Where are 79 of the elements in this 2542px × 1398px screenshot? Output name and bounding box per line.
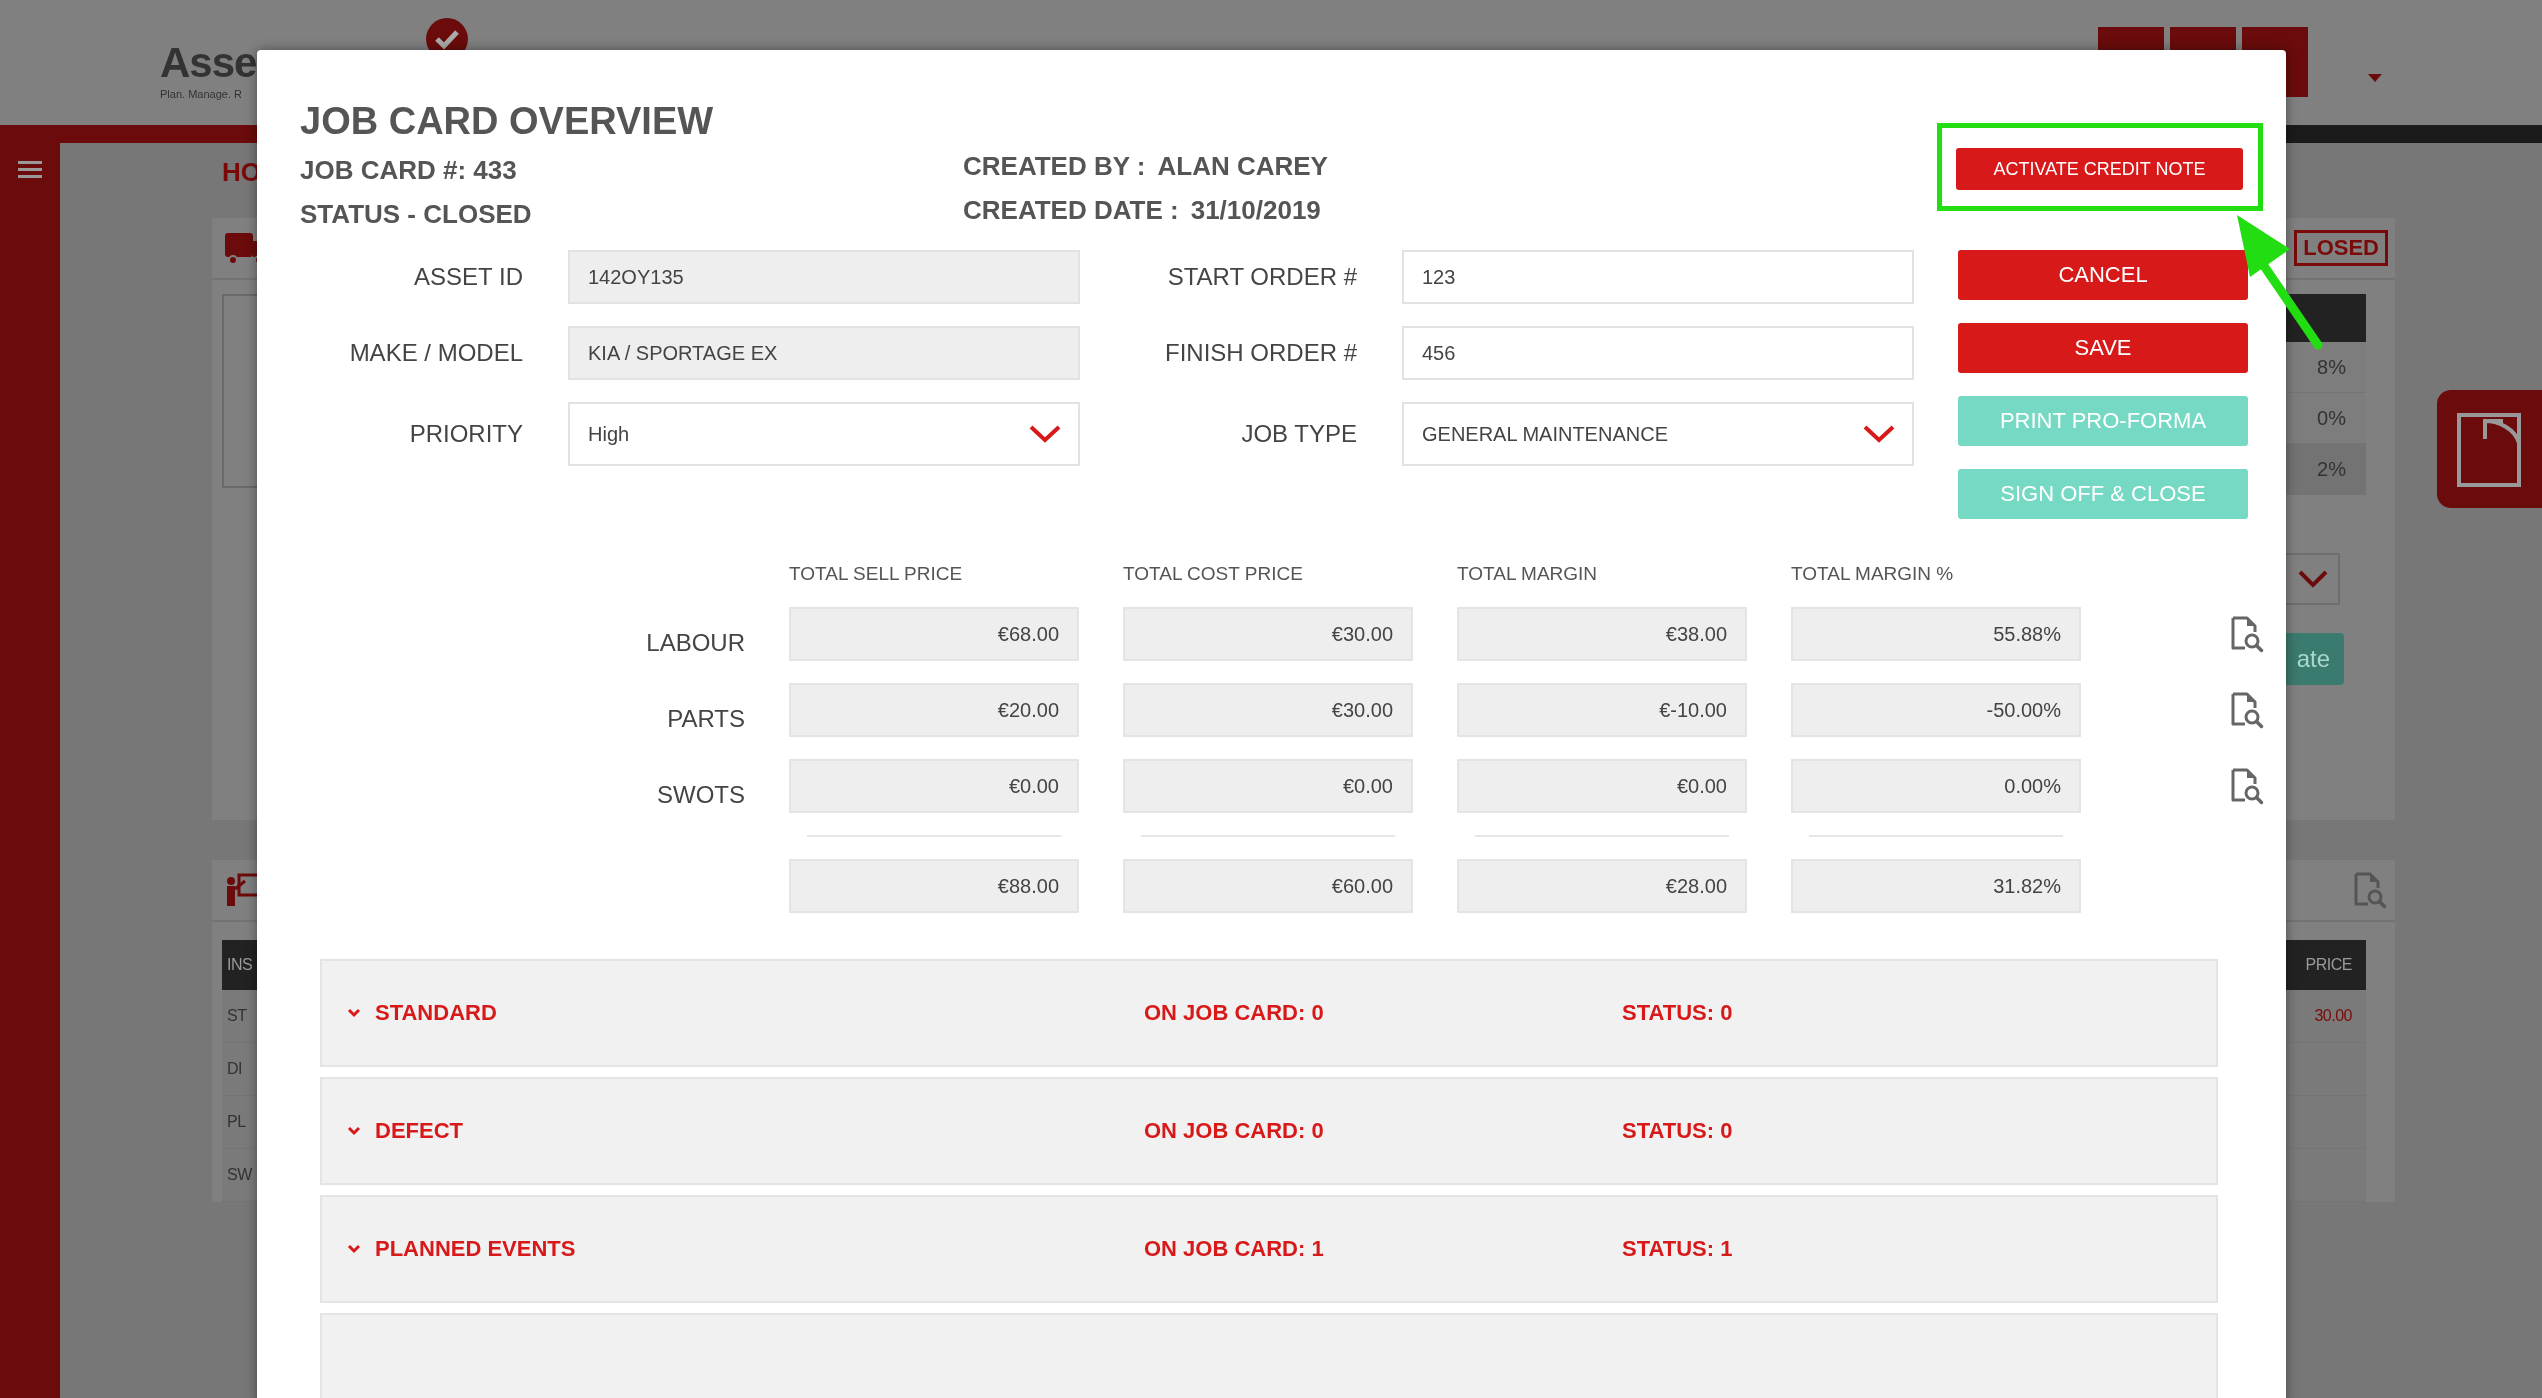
section-title: PLANNED EVENTS bbox=[375, 1236, 576, 1262]
select-field[interactable]: GENERAL MAINTENANCE bbox=[1402, 402, 1914, 466]
section-title: STANDARD bbox=[375, 1000, 497, 1026]
amount-field: 0.00% bbox=[1791, 759, 2081, 813]
job-status: STATUS - CLOSED bbox=[300, 198, 533, 231]
amount-field: €68.00 bbox=[789, 607, 1079, 661]
row-label: LABOUR bbox=[645, 628, 745, 657]
section-panel[interactable]: PLANNED EVENTS ON JOB CARD: 1 STATUS: 1 bbox=[320, 1195, 2218, 1303]
document-search-icon[interactable] bbox=[2229, 615, 2265, 653]
amount-field: 55.88% bbox=[1791, 607, 2081, 661]
action-button[interactable]: SAVE bbox=[1958, 323, 2248, 373]
column-header: INS bbox=[227, 956, 253, 974]
table-cell: PL bbox=[227, 1113, 246, 1131]
chevron-down-icon[interactable] bbox=[2298, 570, 2328, 588]
field-label: FINISH ORDER # bbox=[1163, 339, 1357, 367]
amount-field: €20.00 bbox=[789, 683, 1079, 737]
chevron-down-icon[interactable] bbox=[347, 1126, 361, 1136]
column-header: TOTAL MARGIN % bbox=[1791, 563, 1955, 585]
field-label: START ORDER # bbox=[1166, 263, 1357, 291]
table-cell: SW bbox=[227, 1166, 252, 1184]
created-by-value: ALAN CAREY bbox=[1157, 150, 1328, 183]
amount-field: -50.00% bbox=[1791, 683, 2081, 737]
column-header: TOTAL MARGIN bbox=[1457, 563, 1599, 585]
activate-credit-note-button[interactable]: ACTIVATE CREDIT NOTE bbox=[1956, 148, 2243, 190]
section-status: STATUS: 1 bbox=[1622, 1236, 1734, 1262]
amount-field: €-10.00 bbox=[1457, 683, 1747, 737]
field-label: PRIORITY bbox=[408, 420, 523, 448]
status-badge: LOSED bbox=[2294, 230, 2388, 266]
total-field: €88.00 bbox=[789, 859, 1079, 913]
job-card-count: ON JOB CARD: 1 bbox=[1144, 1236, 1325, 1262]
amount-field: €0.00 bbox=[1123, 759, 1413, 813]
job-card-count: ON JOB CARD: 0 bbox=[1144, 1000, 1325, 1026]
created-date-label: CREATED DATE : bbox=[963, 194, 1179, 227]
field-label: JOB TYPE bbox=[1240, 420, 1357, 448]
section-panel[interactable]: DEFECT ON JOB CARD: 0 STATUS: 0 bbox=[320, 1077, 2218, 1185]
section-panel[interactable]: STANDARD ON JOB CARD: 0 STATUS: 0 bbox=[320, 959, 2218, 1067]
input-field[interactable]: 456 bbox=[1402, 326, 1914, 380]
chevron-down-icon[interactable] bbox=[1862, 424, 1896, 444]
amount-field: €0.00 bbox=[1457, 759, 1747, 813]
amount-field: €38.00 bbox=[1457, 607, 1747, 661]
input-field[interactable]: 123 bbox=[1402, 250, 1914, 304]
chevron-down-icon[interactable] bbox=[1028, 424, 1062, 444]
export-button[interactable] bbox=[2437, 390, 2542, 508]
document-search-icon[interactable] bbox=[2229, 767, 2265, 805]
column-header: TOTAL COST PRICE bbox=[1123, 563, 1304, 585]
field-label: MAKE / MODEL bbox=[348, 339, 523, 367]
column-header: PRICE bbox=[2305, 956, 2352, 974]
document-search-icon[interactable] bbox=[2229, 691, 2265, 729]
logo-text: Asse bbox=[160, 38, 257, 88]
created-by-label: CREATED BY : bbox=[963, 150, 1146, 183]
amount-field: €30.00 bbox=[1123, 607, 1413, 661]
amount-field: €30.00 bbox=[1123, 683, 1413, 737]
total-field: 31.82% bbox=[1791, 859, 2081, 913]
row-label: PARTS bbox=[666, 704, 745, 733]
logo-tagline: Plan. Manage. R bbox=[160, 88, 243, 100]
menu-icon[interactable] bbox=[18, 161, 42, 179]
job-card-count: ON JOB CARD: 0 bbox=[1144, 1118, 1325, 1144]
section-status: STATUS: 0 bbox=[1622, 1000, 1734, 1026]
input-field[interactable]: 142OY135 bbox=[568, 250, 1080, 304]
dialog-title: JOB CARD OVERVIEW bbox=[300, 99, 715, 144]
chevron-down-icon[interactable] bbox=[347, 1008, 361, 1018]
chevron-down-icon[interactable] bbox=[347, 1244, 361, 1254]
total-field: €28.00 bbox=[1457, 859, 1747, 913]
select-field[interactable]: High bbox=[568, 402, 1080, 466]
row-label: SWOTS bbox=[656, 780, 745, 809]
job-card-number: JOB CARD #: 433 bbox=[300, 154, 518, 187]
table-cell: DI bbox=[227, 1060, 242, 1078]
table-cell: ST bbox=[227, 1007, 247, 1025]
input-field[interactable]: KIA / SPORTAGE EX bbox=[568, 326, 1080, 380]
amount-field: €0.00 bbox=[789, 759, 1079, 813]
section-title: DEFECT bbox=[375, 1118, 463, 1144]
column-header: TOTAL SELL PRICE bbox=[789, 563, 964, 585]
caret-down-icon[interactable] bbox=[2368, 74, 2382, 82]
total-field: €60.00 bbox=[1123, 859, 1413, 913]
action-button[interactable]: CANCEL bbox=[1958, 250, 2248, 300]
field-label: ASSET ID bbox=[413, 263, 523, 291]
table-cell: 30.00 bbox=[2314, 1007, 2352, 1025]
created-date-value: 31/10/2019 bbox=[1190, 194, 1321, 227]
section-status: STATUS: 0 bbox=[1622, 1118, 1734, 1144]
